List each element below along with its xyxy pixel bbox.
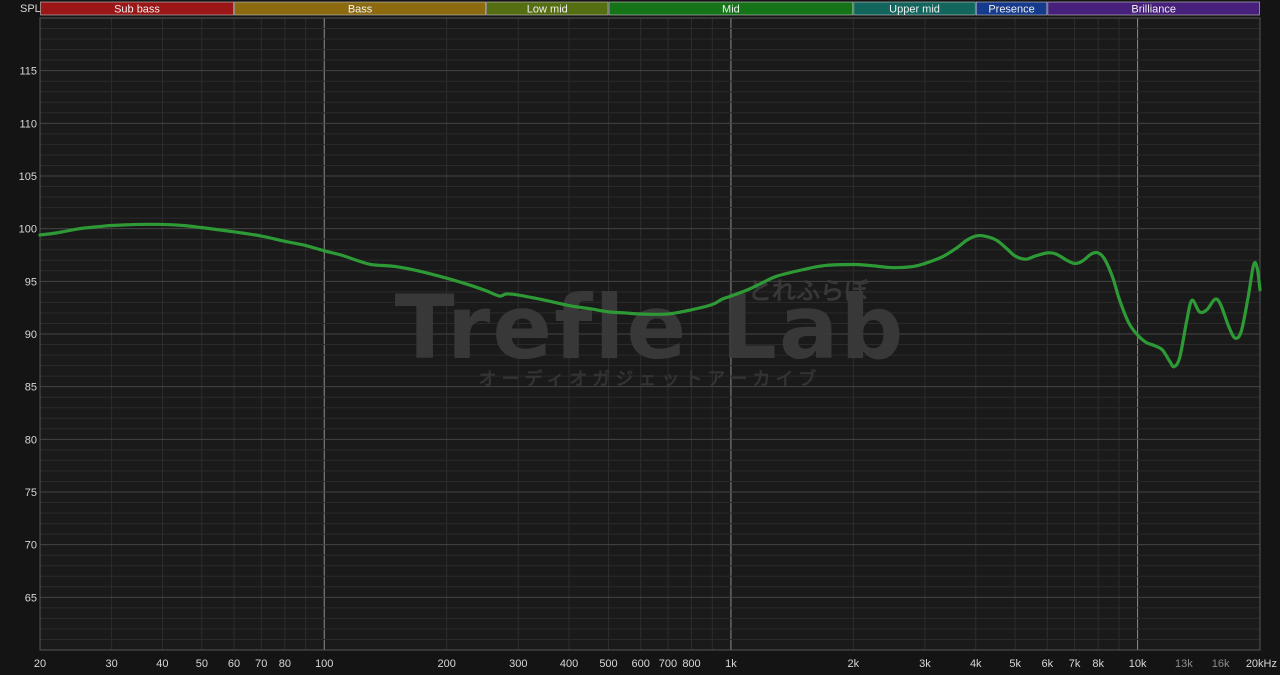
y-tick-label: 115 [19, 66, 37, 78]
band-label: Brilliance [1131, 4, 1176, 16]
watermark: Trefle Lab とれふらぼ オーディオガジェットアーカイブ [395, 276, 904, 390]
y-tick-label: 105 [19, 171, 37, 183]
x-tick-label: 7k [1069, 658, 1081, 670]
x-tick-label: 5k [1009, 658, 1021, 670]
frequency-bands: Sub bass Bass Low mid Mid Upper mid Presence B… [40, 1, 1260, 16]
band-label: Mid [722, 4, 740, 16]
x-tick-label: 700 [659, 658, 677, 670]
band-label: Bass [348, 4, 373, 16]
band-label: Low mid [527, 4, 568, 16]
frequency-response-chart: Trefle Lab とれふらぼ オーディオガジェットアーカイブ Sub bas… [0, 0, 1280, 675]
x-tick-label: 3k [919, 658, 931, 670]
y-tick-label: 70 [25, 540, 37, 552]
y-tick-label: 110 [19, 118, 37, 130]
x-tick-label: 30 [105, 658, 117, 670]
band-label: Presence [988, 4, 1034, 16]
x-tick-label: 2k [848, 658, 860, 670]
x-tick-label: 50 [196, 658, 208, 670]
y-tick-label: 90 [25, 329, 37, 341]
y-tick-label: 80 [25, 434, 37, 446]
x-tick-label: 80 [279, 658, 291, 670]
x-tick-label: 500 [599, 658, 617, 670]
x-tick-label: 16k [1212, 658, 1230, 670]
x-tick-label: 20 [34, 658, 46, 670]
x-tick-label: 300 [509, 658, 527, 670]
y-axis-label: SPL [20, 3, 41, 15]
band-label: Sub bass [114, 4, 160, 16]
y-tick-label: 100 [19, 224, 37, 236]
x-tick-label: 1k [725, 658, 737, 670]
x-tick-label: 6k [1042, 658, 1054, 670]
band-label: Upper mid [889, 4, 940, 16]
x-tick-label: 20kHz [1246, 658, 1277, 670]
x-tick-label: 800 [682, 658, 700, 670]
watermark-subtitle: オーディオガジェットアーカイブ [479, 368, 822, 390]
y-tick-label: 85 [25, 382, 37, 394]
x-tick-label: 600 [632, 658, 650, 670]
x-tick-label: 200 [437, 658, 455, 670]
x-tick-label: 400 [560, 658, 578, 670]
x-tick-label: 8k [1092, 658, 1104, 670]
x-tick-label: 60 [228, 658, 240, 670]
x-tick-label: 10k [1129, 658, 1147, 670]
y-tick-label: 75 [25, 487, 37, 499]
y-tick-label: 95 [25, 276, 37, 288]
chart-canvas: Trefle Lab とれふらぼ オーディオガジェットアーカイブ Sub bas… [0, 0, 1280, 675]
x-tick-label: 100 [315, 658, 333, 670]
x-tick-label: 4k [970, 658, 982, 670]
x-tick-label: 13k [1175, 658, 1193, 670]
y-tick-label: 65 [25, 592, 37, 604]
x-tick-label: 70 [255, 658, 267, 670]
x-tick-label: 40 [156, 658, 168, 670]
